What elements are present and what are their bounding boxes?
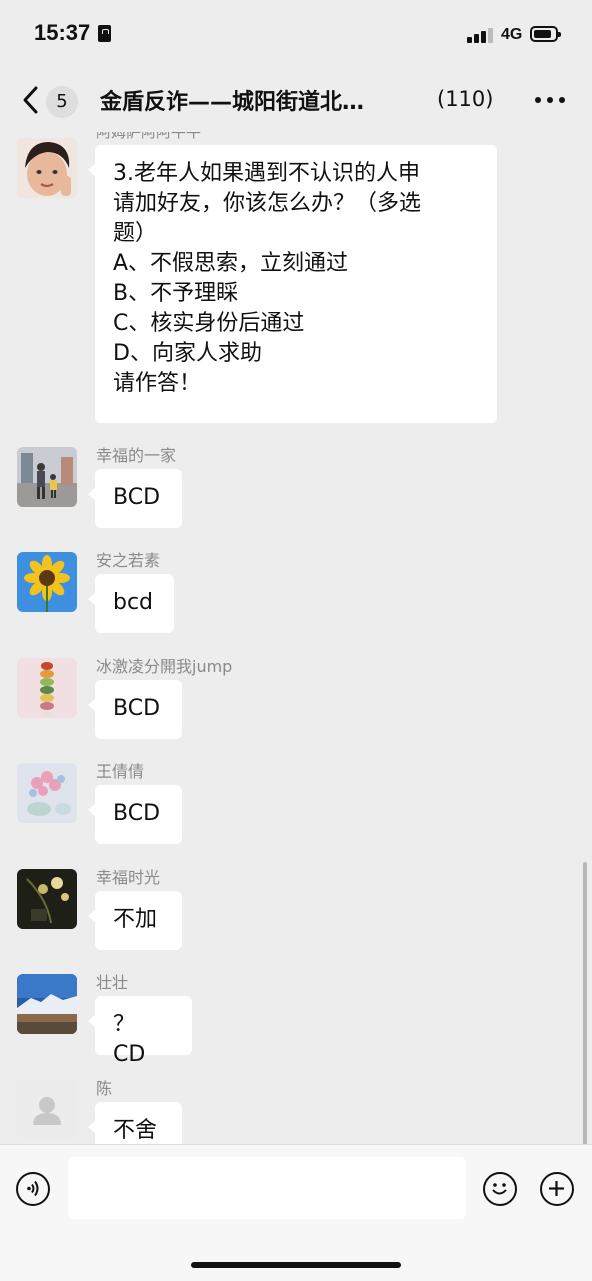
question-line: 3.老年人如果遇到不认识的人申 xyxy=(113,161,420,186)
voice-icon[interactable] xyxy=(16,1172,50,1206)
message-list[interactable]: 阿姆萨阿阿牛牛 3.老年人如果遇到不认识的人申 请加好友，你该怎么办？（多选 题… xyxy=(0,132,592,1144)
sender-name: 幸福时光 xyxy=(96,868,161,887)
signal-icon xyxy=(467,27,493,43)
question-line: D、向家人求助 xyxy=(113,341,262,366)
avatar[interactable] xyxy=(17,763,77,823)
avatar[interactable] xyxy=(17,447,77,507)
question-line: 请加好友，你该怎么办？（多选 xyxy=(113,191,422,216)
message-bubble[interactable]: ？ CD xyxy=(88,996,192,1067)
back-chevron-icon[interactable] xyxy=(16,82,46,118)
chat-title: 金盾反诈——城阳街道北… xyxy=(100,90,365,115)
emoji-icon[interactable] xyxy=(483,1172,517,1206)
default-avatar-icon xyxy=(17,1079,77,1139)
message-bubble[interactable]: 不加 xyxy=(88,891,182,950)
avatar[interactable] xyxy=(17,658,77,718)
avatar[interactable] xyxy=(17,138,77,198)
message-bubble[interactable]: 3.老年人如果遇到不认识的人申 请加好友，你该怎么办？（多选 题） A、不假思索… xyxy=(88,145,497,423)
question-line: 题） xyxy=(113,221,158,246)
network-type: 4G xyxy=(501,26,523,43)
avatar[interactable] xyxy=(17,974,77,1034)
sender-name: 冰激凌分開我jump xyxy=(96,657,233,676)
question-line: 请作答！ xyxy=(113,371,202,396)
message-bubble[interactable]: BCD xyxy=(88,680,182,739)
sender-name: 王倩倩 xyxy=(96,762,145,781)
avatar[interactable] xyxy=(17,552,77,612)
question-line: C、核实身份后通过 xyxy=(113,311,305,336)
chat-header: 5 金盾反诈——城阳街道北… (110) xyxy=(0,70,592,132)
plus-icon[interactable] xyxy=(540,1172,574,1206)
member-count: (110) xyxy=(437,87,494,111)
input-bar xyxy=(0,1144,592,1281)
message-bubble[interactable]: 不舍 xyxy=(88,1102,182,1144)
sender-name: 陈 xyxy=(96,1079,113,1098)
sender-name: 安之若素 xyxy=(96,551,161,570)
question-line: B、不予理睬 xyxy=(113,281,239,306)
question-line: A、不假思索，立刻通过 xyxy=(113,251,349,276)
avatar[interactable] xyxy=(17,869,77,929)
more-dots-icon[interactable] xyxy=(535,92,567,106)
message-bubble[interactable]: bcd xyxy=(88,574,174,633)
scrollbar[interactable] xyxy=(583,862,587,1144)
sender-name: 阿姆萨阿阿牛牛 xyxy=(96,132,202,141)
battery-icon xyxy=(530,26,561,42)
sender-name: 幸福的一家 xyxy=(96,446,177,465)
status-bar: 15:37 4G xyxy=(0,0,592,70)
message-bubble[interactable]: BCD xyxy=(88,469,182,528)
unread-count-badge[interactable]: 5 xyxy=(46,86,78,118)
home-indicator[interactable] xyxy=(191,1262,401,1268)
lock-icon xyxy=(98,25,111,42)
status-time: 15:37 xyxy=(34,20,91,45)
message-bubble[interactable]: BCD xyxy=(88,785,182,844)
avatar[interactable] xyxy=(17,1079,77,1139)
message-input[interactable] xyxy=(68,1157,466,1219)
sender-name: 壮壮 xyxy=(96,973,129,992)
